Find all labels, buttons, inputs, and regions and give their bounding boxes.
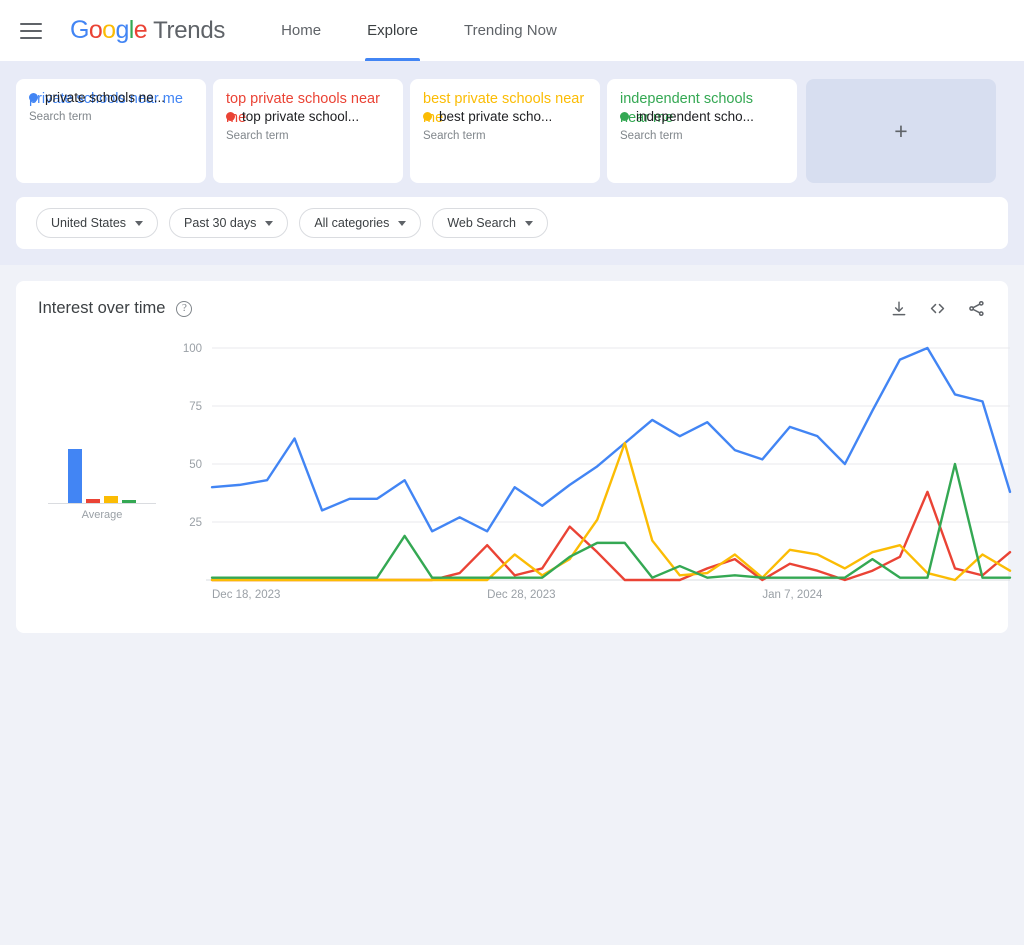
help-icon[interactable]: ? <box>176 300 193 317</box>
term-card-row: independent scho... <box>620 109 784 124</box>
average-bar <box>68 449 82 503</box>
term-card-type: Search term <box>620 130 683 142</box>
filter-category[interactable]: All categories <box>299 208 422 238</box>
filter-category-label: All categories <box>314 216 390 230</box>
hamburger-bar <box>20 36 42 39</box>
term-card-short-label: independent scho... <box>636 109 754 124</box>
average-bar <box>86 498 100 503</box>
chevron-down-icon <box>398 220 407 226</box>
x-axis-tick-label: Dec 18, 2023 <box>212 589 280 601</box>
term-card-3[interactable]: best private schools near me best privat… <box>410 79 600 183</box>
x-axis-tick-label: Jan 7, 2024 <box>762 589 823 601</box>
filter-bar: United States Past 30 days All categorie… <box>16 197 1008 249</box>
chart-title-wrap: Interest over time ? <box>38 299 193 318</box>
term-color-dot <box>423 112 432 121</box>
logo-letter-o2: o <box>102 16 116 44</box>
filter-time-range-label: Past 30 days <box>184 216 257 230</box>
term-cards-row: private schools near me private schools … <box>16 79 1008 183</box>
average-bars <box>48 394 156 504</box>
term-card-short-label: private schools ne... <box>45 90 166 105</box>
y-axis-tick-label: 100 <box>183 343 202 355</box>
logo-letter-e: e <box>133 16 148 44</box>
average-bar <box>122 499 136 503</box>
term-card-2[interactable]: top private schools near me top private … <box>213 79 403 183</box>
page-title: Interest over time <box>38 299 166 317</box>
chart-actions <box>890 299 986 318</box>
term-color-dot <box>226 112 235 121</box>
embed-icon[interactable] <box>928 299 947 318</box>
filter-location[interactable]: United States <box>36 208 159 238</box>
term-card-1[interactable]: private schools near me private schools … <box>16 79 206 183</box>
product-name: Trends <box>153 17 226 44</box>
logo-letter-g2: g <box>115 16 129 44</box>
term-card-type: Search term <box>226 130 289 142</box>
y-axis-tick-label: 75 <box>189 401 202 413</box>
nav-item-home[interactable]: Home <box>267 0 335 61</box>
interest-over-time-line-chart[interactable]: 25 50 75 100 Dec 18, 2023 Dec 28, 2023 Jan 7, … <box>166 334 1016 624</box>
hamburger-icon[interactable] <box>20 18 46 44</box>
filter-time-range[interactable]: Past 30 days <box>169 208 289 238</box>
average-label: Average <box>81 509 123 521</box>
filter-search-type[interactable]: Web Search <box>432 208 548 238</box>
term-color-dot <box>29 93 38 102</box>
term-card-4[interactable]: independent schools near me independent … <box>607 79 797 183</box>
filter-search-type-label: Web Search <box>447 216 516 230</box>
google-trends-logo[interactable]: Google Trends <box>70 16 225 45</box>
filter-location-label: United States <box>51 216 127 230</box>
hamburger-bar <box>20 29 42 32</box>
average-bar-chart: Average <box>48 394 156 521</box>
term-card-type: Search term <box>423 130 486 142</box>
download-icon[interactable] <box>890 300 908 318</box>
x-axis-tick-label: Dec 28, 2023 <box>487 589 555 601</box>
logo-letter-g: G <box>70 16 89 44</box>
nav-item-trending-now[interactable]: Trending Now <box>450 0 571 61</box>
term-card-row: best private scho... <box>423 109 587 124</box>
average-bar <box>104 496 118 503</box>
add-comparison-button[interactable]: + <box>806 79 996 183</box>
plot-area: Average 25 50 75 100 Dec 18, 2023 Dec 28, 202… <box>38 334 1012 624</box>
interest-over-time-card: Interest over time ? Average 25 50 75 10… <box>16 281 1012 633</box>
chevron-down-icon <box>524 220 533 226</box>
y-axis-tick-label: 25 <box>189 517 202 529</box>
chevron-down-icon <box>265 220 274 226</box>
term-card-short-label: best private scho... <box>439 109 553 124</box>
hamburger-bar <box>20 22 42 25</box>
term-color-dot <box>620 112 629 121</box>
search-terms-section: private schools near me private schools … <box>0 61 1024 265</box>
term-card-type: Search term <box>29 111 92 123</box>
chevron-down-icon <box>135 220 144 226</box>
y-axis-tick-label: 50 <box>189 459 202 471</box>
term-card-row: top private school... <box>226 109 390 124</box>
google-wordmark: Google <box>70 16 148 45</box>
main-content: Interest over time ? Average 25 50 75 10… <box>0 265 1024 945</box>
logo-letter-o1: o <box>88 16 103 44</box>
term-card-short-label: top private school... <box>242 109 360 124</box>
app-header: Google Trends Home Explore Trending Now <box>0 0 1024 61</box>
series-line[interactable] <box>210 346 1012 533</box>
share-icon[interactable] <box>967 299 986 318</box>
plus-icon: + <box>894 117 908 144</box>
nav-item-explore[interactable]: Explore <box>353 0 432 61</box>
main-nav: Home Explore Trending Now <box>267 0 589 61</box>
chart-header: Interest over time ? <box>38 299 986 318</box>
